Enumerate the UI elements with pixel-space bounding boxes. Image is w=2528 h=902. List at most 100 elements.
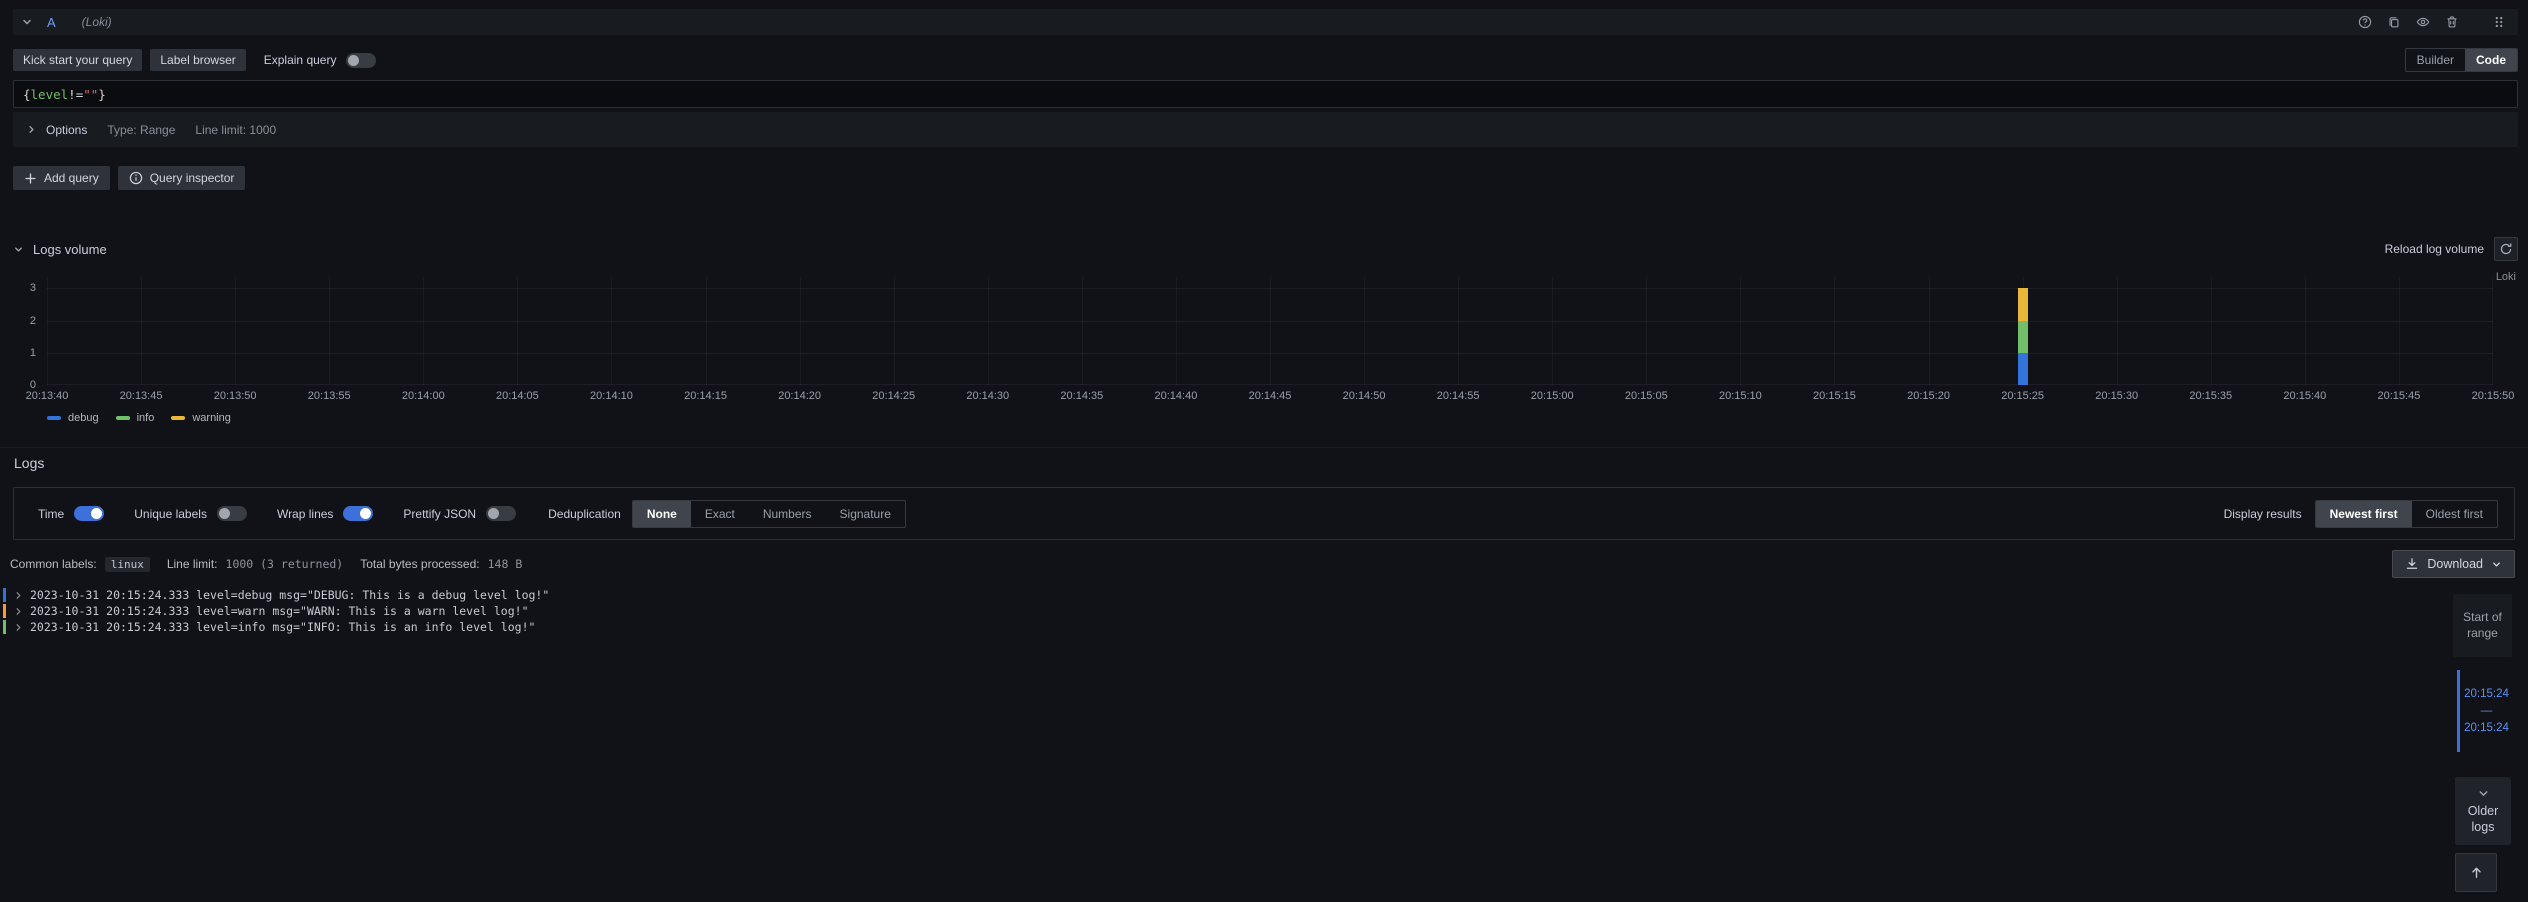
refresh-button[interactable] [2494, 237, 2518, 261]
bar-segment-debug [2018, 353, 2028, 385]
help-icon[interactable] [2358, 15, 2372, 29]
logs-volume-collapse[interactable]: Logs volume [13, 242, 107, 257]
logs-volume-plot[interactable] [47, 277, 2493, 385]
option-oldest-first[interactable]: Oldest first [2412, 501, 2497, 527]
toggle-prettify-json[interactable] [486, 506, 516, 521]
log-line-text: 2023-10-31 20:15:24.333 level=debug msg=… [30, 588, 549, 602]
log-range-page[interactable]: 20:15:24 — 20:15:24 [2457, 670, 2513, 752]
download-button[interactable]: Download [2392, 550, 2515, 578]
toggle-unique-labels[interactable] [217, 506, 247, 521]
logs-volume-header: Logs volume Reload log volume [13, 236, 2518, 262]
kickstart-query-button[interactable]: Kick start your query [13, 49, 142, 71]
common-labels-item: Common labels: linux [10, 557, 150, 572]
datasource-name: (Loki) [82, 15, 112, 29]
expand-chevron-icon[interactable] [13, 622, 24, 633]
option-exact[interactable]: Exact [691, 501, 749, 527]
toggle-knob [360, 508, 371, 519]
toggle-knob [488, 508, 499, 519]
expand-chevron-icon[interactable] [13, 606, 24, 617]
x-tick-label: 20:15:20 [1907, 390, 1950, 402]
section-divider [0, 447, 2528, 448]
range-to-time: 20:15:24 [2464, 722, 2509, 734]
logs-volume-title: Logs volume [33, 242, 107, 257]
toggle-knob [219, 508, 230, 519]
toggle-explain-query[interactable] [346, 53, 376, 68]
log-line-text: 2023-10-31 20:15:24.333 level=info msg="… [30, 620, 535, 634]
trash-icon[interactable] [2445, 15, 2459, 29]
y-tick-label: 1 [30, 347, 36, 359]
arrow-up-icon [2469, 865, 2484, 880]
query-inspector-button[interactable]: Query inspector [118, 166, 246, 190]
x-gridline [329, 277, 330, 385]
x-tick-label: 20:15:45 [2378, 390, 2421, 402]
x-tick-label: 20:13:40 [26, 390, 69, 402]
option-builder[interactable]: Builder [2406, 49, 2465, 71]
deduplication-options: NoneExactNumbersSignature [632, 500, 906, 528]
copy-icon[interactable] [2387, 15, 2401, 29]
x-gridline [2305, 277, 2306, 385]
toggle-item-wrap-lines: Wrap lines [277, 506, 373, 521]
label-browser-button[interactable]: Label browser [150, 49, 245, 71]
eye-icon[interactable] [2416, 15, 2430, 29]
x-gridline [2117, 277, 2118, 385]
x-tick-label: 20:14:30 [966, 390, 1009, 402]
log-row-warn[interactable]: 2023-10-31 20:15:24.333 level=warn msg="… [3, 603, 2448, 619]
collapse-chevron-icon[interactable] [21, 16, 33, 28]
y-axis: 0123 [0, 277, 40, 385]
chevron-down-icon [2477, 787, 2490, 800]
query-code-input[interactable]: {level!=""} [13, 80, 2518, 108]
scroll-to-top-button[interactable] [2455, 853, 2497, 892]
legend-item-info[interactable]: info [116, 412, 155, 424]
option-signature[interactable]: Signature [826, 501, 905, 527]
add-query-button[interactable]: Add query [13, 166, 110, 190]
x-tick-label: 20:13:45 [120, 390, 163, 402]
x-tick-label: 20:14:40 [1155, 390, 1198, 402]
logs-section-title: Logs [14, 455, 44, 471]
logs-toggles: TimeUnique labelsWrap linesPrettify JSON [38, 506, 516, 521]
line-limit-item: Line limit: 1000 (3 returned) [167, 557, 343, 571]
explore-actions: Add query Query inspector [13, 166, 245, 190]
x-tick-label: 20:13:55 [308, 390, 351, 402]
reload-controls: Reload log volume [2385, 237, 2518, 261]
deduplication-label: Deduplication [548, 507, 621, 521]
query-toolbar: Kick start your query Label browser Expl… [13, 48, 2518, 72]
common-labels-badge: linux [105, 557, 150, 572]
legend-item-warning[interactable]: warning [171, 412, 231, 424]
x-gridline [1270, 277, 1271, 385]
log-level-indicator [3, 588, 6, 602]
x-tick-label: 20:13:50 [214, 390, 257, 402]
toggle-knob [91, 508, 102, 519]
x-gridline [235, 277, 236, 385]
x-gridline [1176, 277, 1177, 385]
bytes-processed-value: 148 B [488, 557, 523, 571]
x-tick-label: 20:14:10 [590, 390, 633, 402]
option-code[interactable]: Code [2465, 49, 2517, 71]
drag-handle-icon[interactable] [2492, 15, 2506, 29]
log-line-text: 2023-10-31 20:15:24.333 level=warn msg="… [30, 604, 529, 618]
x-gridline [2399, 277, 2400, 385]
option-none[interactable]: None [633, 501, 691, 527]
bar-segment-info [2018, 321, 2028, 353]
legend-item-debug[interactable]: debug [47, 412, 99, 424]
toggle-time[interactable] [74, 506, 104, 521]
reload-log-volume-button[interactable]: Reload log volume [2385, 242, 2484, 256]
log-row-debug[interactable]: 2023-10-31 20:15:24.333 level=debug msg=… [3, 587, 2448, 603]
y-tick-label: 2 [30, 315, 36, 327]
log-row-info[interactable]: 2023-10-31 20:15:24.333 level=info msg="… [3, 619, 2448, 635]
options-expander[interactable]: Options [26, 123, 87, 137]
toggle-label-wrap-lines: Wrap lines [277, 507, 333, 521]
query-mode-toggle: BuilderCode [2405, 48, 2518, 72]
plus-icon [24, 172, 37, 185]
toggle-item-explain-query: Explain query [264, 53, 377, 68]
log-level-indicator [3, 620, 6, 634]
option-newest-first[interactable]: Newest first [2316, 501, 2412, 527]
x-gridline [988, 277, 989, 385]
logs-meta-row: Common labels: linux Line limit: 1000 (3… [10, 549, 522, 579]
option-numbers[interactable]: Numbers [749, 501, 826, 527]
expand-chevron-icon[interactable] [13, 590, 24, 601]
older-logs-button[interactable]: Older logs [2455, 777, 2511, 845]
legend-swatch [116, 416, 130, 420]
x-gridline [1929, 277, 1930, 385]
x-tick-label: 20:15:25 [2001, 390, 2044, 402]
toggle-wrap-lines[interactable] [343, 506, 373, 521]
